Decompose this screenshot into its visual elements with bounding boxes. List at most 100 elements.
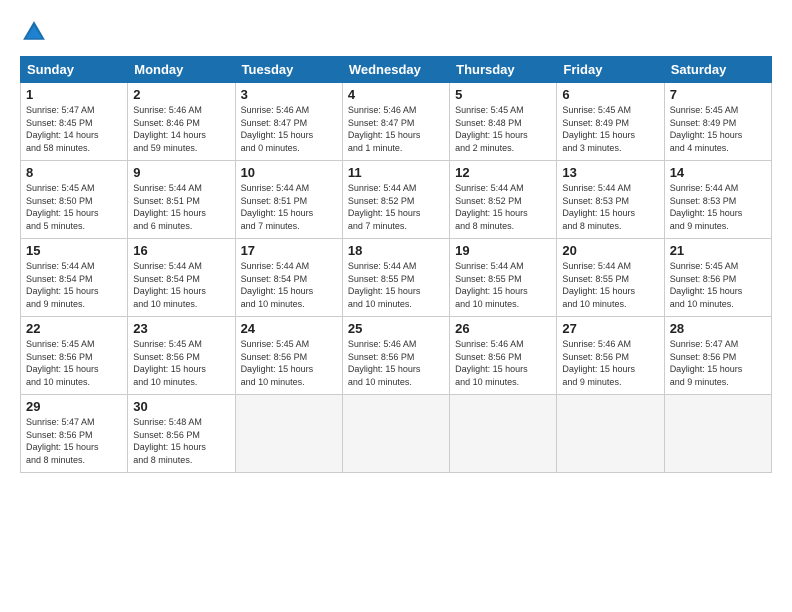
table-row: 24 Sunrise: 5:45 AMSunset: 8:56 PMDayligh…: [235, 317, 342, 395]
day-number: 20: [562, 243, 658, 258]
table-row: 27 Sunrise: 5:46 AMSunset: 8:56 PMDayligh…: [557, 317, 664, 395]
table-row: 9 Sunrise: 5:44 AMSunset: 8:51 PMDaylight…: [128, 161, 235, 239]
day-number: 7: [670, 87, 766, 102]
day-info: Sunrise: 5:46 AMSunset: 8:47 PMDaylight:…: [241, 104, 337, 154]
day-number: 28: [670, 321, 766, 336]
day-number: 2: [133, 87, 229, 102]
table-row: 30 Sunrise: 5:48 AMSunset: 8:56 PMDayligh…: [128, 395, 235, 473]
day-info: Sunrise: 5:44 AMSunset: 8:55 PMDaylight:…: [348, 260, 444, 310]
table-row: 16Sunrise: 5:44 AMSunset: 8:54 PMDayligh…: [128, 239, 235, 317]
table-row: 3 Sunrise: 5:46 AMSunset: 8:47 PMDaylight…: [235, 83, 342, 161]
day-number: 21: [670, 243, 766, 258]
table-row: 28 Sunrise: 5:47 AMSunset: 8:56 PMDayligh…: [664, 317, 771, 395]
day-info: Sunrise: 5:47 AMSunset: 8:56 PMDaylight:…: [26, 416, 122, 466]
day-info: Sunrise: 5:46 AMSunset: 8:56 PMDaylight:…: [455, 338, 551, 388]
table-row: 29Sunrise: 5:47 AMSunset: 8:56 PMDayligh…: [21, 395, 128, 473]
day-number: 11: [348, 165, 444, 180]
day-number: 6: [562, 87, 658, 102]
day-number: 30: [133, 399, 229, 414]
table-row: 17Sunrise: 5:44 AMSunset: 8:54 PMDayligh…: [235, 239, 342, 317]
logo-icon: [20, 18, 48, 46]
table-row: [557, 395, 664, 473]
table-row: 6 Sunrise: 5:45 AMSunset: 8:49 PMDaylight…: [557, 83, 664, 161]
day-number: 1: [26, 87, 122, 102]
header-row: Sunday Monday Tuesday Wednesday Thursday…: [21, 57, 772, 83]
day-number: 9: [133, 165, 229, 180]
col-friday: Friday: [557, 57, 664, 83]
day-info: Sunrise: 5:47 AMSunset: 8:56 PMDaylight:…: [670, 338, 766, 388]
day-number: 25: [348, 321, 444, 336]
table-row: 14 Sunrise: 5:44 AMSunset: 8:53 PMDayligh…: [664, 161, 771, 239]
table-row: 21 Sunrise: 5:45 AMSunset: 8:56 PMDayligh…: [664, 239, 771, 317]
day-info: Sunrise: 5:44 AMSunset: 8:53 PMDaylight:…: [670, 182, 766, 232]
day-info: Sunrise: 5:44 AMSunset: 8:51 PMDaylight:…: [133, 182, 229, 232]
day-number: 22: [26, 321, 122, 336]
table-row: [235, 395, 342, 473]
day-number: 26: [455, 321, 551, 336]
day-info: Sunrise: 5:44 AMSunset: 8:51 PMDaylight:…: [241, 182, 337, 232]
page: Sunday Monday Tuesday Wednesday Thursday…: [0, 0, 792, 612]
day-number: 23: [133, 321, 229, 336]
day-number: 5: [455, 87, 551, 102]
table-row: 20 Sunrise: 5:44 AMSunset: 8:55 PMDayligh…: [557, 239, 664, 317]
day-info: Sunrise: 5:46 AMSunset: 8:56 PMDaylight:…: [562, 338, 658, 388]
day-number: 13: [562, 165, 658, 180]
col-wednesday: Wednesday: [342, 57, 449, 83]
calendar-row: 8 Sunrise: 5:45 AMSunset: 8:50 PMDaylight…: [21, 161, 772, 239]
day-number: 16: [133, 243, 229, 258]
day-info: Sunrise: 5:44 AMSunset: 8:55 PMDaylight:…: [562, 260, 658, 310]
day-info: Sunrise: 5:45 AMSunset: 8:56 PMDaylight:…: [241, 338, 337, 388]
table-row: 11 Sunrise: 5:44 AMSunset: 8:52 PMDayligh…: [342, 161, 449, 239]
table-row: 2 Sunrise: 5:46 AMSunset: 8:46 PMDaylight…: [128, 83, 235, 161]
calendar-row: 15 Sunrise: 5:44 AMSunset: 8:54 PMDayligh…: [21, 239, 772, 317]
logo: [20, 18, 54, 46]
day-info: Sunrise: 5:44 AMSunset: 8:52 PMDaylight:…: [348, 182, 444, 232]
col-tuesday: Tuesday: [235, 57, 342, 83]
col-thursday: Thursday: [450, 57, 557, 83]
table-row: 26 Sunrise: 5:46 AMSunset: 8:56 PMDayligh…: [450, 317, 557, 395]
calendar-table: Sunday Monday Tuesday Wednesday Thursday…: [20, 56, 772, 473]
col-sunday: Sunday: [21, 57, 128, 83]
day-info: Sunrise: 5:45 AMSunset: 8:56 PMDaylight:…: [26, 338, 122, 388]
day-info: Sunrise: 5:45 AMSunset: 8:49 PMDaylight:…: [670, 104, 766, 154]
table-row: 25Sunrise: 5:46 AMSunset: 8:56 PMDayligh…: [342, 317, 449, 395]
day-info: Sunrise: 5:46 AMSunset: 8:47 PMDaylight:…: [348, 104, 444, 154]
day-number: 24: [241, 321, 337, 336]
day-info: Sunrise: 5:46 AMSunset: 8:46 PMDaylight:…: [133, 104, 229, 154]
table-row: 22 Sunrise: 5:45 AMSunset: 8:56 PMDayligh…: [21, 317, 128, 395]
day-number: 4: [348, 87, 444, 102]
day-number: 14: [670, 165, 766, 180]
day-number: 12: [455, 165, 551, 180]
day-number: 15: [26, 243, 122, 258]
table-row: 19 Sunrise: 5:44 AMSunset: 8:55 PMDayligh…: [450, 239, 557, 317]
table-row: [450, 395, 557, 473]
table-row: 10Sunrise: 5:44 AMSunset: 8:51 PMDayligh…: [235, 161, 342, 239]
day-info: Sunrise: 5:45 AMSunset: 8:56 PMDaylight:…: [670, 260, 766, 310]
table-row: 4 Sunrise: 5:46 AMSunset: 8:47 PMDaylight…: [342, 83, 449, 161]
table-row: 18 Sunrise: 5:44 AMSunset: 8:55 PMDayligh…: [342, 239, 449, 317]
calendar-row: 1 Sunrise: 5:47 AMSunset: 8:45 PMDaylight…: [21, 83, 772, 161]
day-number: 8: [26, 165, 122, 180]
table-row: 15 Sunrise: 5:44 AMSunset: 8:54 PMDayligh…: [21, 239, 128, 317]
day-number: 18: [348, 243, 444, 258]
col-monday: Monday: [128, 57, 235, 83]
day-info: Sunrise: 5:48 AMSunset: 8:56 PMDaylight:…: [133, 416, 229, 466]
day-info: Sunrise: 5:44 AMSunset: 8:52 PMDaylight:…: [455, 182, 551, 232]
day-number: 27: [562, 321, 658, 336]
day-info: Sunrise: 5:44 AMSunset: 8:55 PMDaylight:…: [455, 260, 551, 310]
day-info: Sunrise: 5:45 AMSunset: 8:56 PMDaylight:…: [133, 338, 229, 388]
table-row: 23 Sunrise: 5:45 AMSunset: 8:56 PMDayligh…: [128, 317, 235, 395]
calendar-row: 29Sunrise: 5:47 AMSunset: 8:56 PMDayligh…: [21, 395, 772, 473]
day-info: Sunrise: 5:45 AMSunset: 8:50 PMDaylight:…: [26, 182, 122, 232]
table-row: 7 Sunrise: 5:45 AMSunset: 8:49 PMDaylight…: [664, 83, 771, 161]
day-info: Sunrise: 5:47 AMSunset: 8:45 PMDaylight:…: [26, 104, 122, 154]
day-number: 19: [455, 243, 551, 258]
day-number: 3: [241, 87, 337, 102]
table-row: [342, 395, 449, 473]
day-info: Sunrise: 5:44 AMSunset: 8:53 PMDaylight:…: [562, 182, 658, 232]
table-row: 8 Sunrise: 5:45 AMSunset: 8:50 PMDaylight…: [21, 161, 128, 239]
calendar-row: 22 Sunrise: 5:45 AMSunset: 8:56 PMDayligh…: [21, 317, 772, 395]
day-info: Sunrise: 5:44 AMSunset: 8:54 PMDaylight:…: [26, 260, 122, 310]
day-info: Sunrise: 5:45 AMSunset: 8:49 PMDaylight:…: [562, 104, 658, 154]
day-info: Sunrise: 5:44 AMSunset: 8:54 PMDaylight:…: [241, 260, 337, 310]
